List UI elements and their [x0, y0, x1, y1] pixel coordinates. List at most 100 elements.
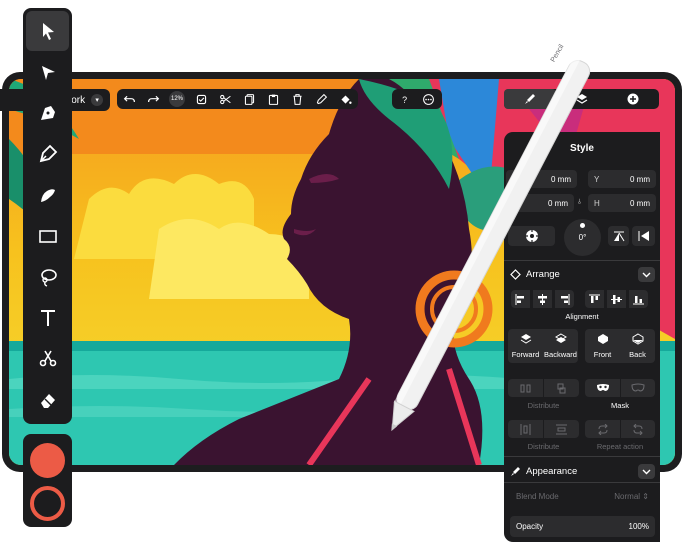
eyedropper-icon[interactable]	[309, 89, 333, 109]
link-proportions-icon[interactable]: ⫰	[578, 199, 581, 207]
flip-vertical-icon	[613, 231, 624, 242]
tool-direct-select[interactable]	[26, 52, 69, 92]
tab-style[interactable]	[504, 89, 556, 109]
align-middle-button[interactable]	[607, 290, 626, 308]
flip-horizontal-icon	[638, 231, 649, 241]
fill-color-swatch[interactable]	[30, 443, 65, 478]
direct-select-icon	[41, 66, 55, 80]
x-field[interactable]: X0 mm	[506, 170, 577, 188]
zoom-indicator[interactable]: 12%	[165, 89, 189, 109]
tool-pencil[interactable]	[26, 134, 69, 174]
tool-text[interactable]	[26, 298, 69, 338]
send-to-back-icon	[632, 333, 643, 345]
app-stage: work ▾ 12% ? Style X0 mm Y0 mm W0 mm ⫰ H…	[0, 0, 683, 544]
top-toolbar: 12%	[117, 89, 358, 109]
distribute-spacing-h-icon	[520, 423, 531, 435]
tab-layers[interactable]	[556, 89, 608, 109]
divider	[504, 456, 660, 457]
unmask-button[interactable]	[621, 379, 655, 397]
back-label: Back	[629, 350, 646, 359]
scissors-icon[interactable]	[213, 89, 237, 109]
pen-tool-icon	[40, 106, 55, 120]
send-to-back-button[interactable]: Back	[620, 329, 655, 363]
distribute-spacing-h-button[interactable]	[508, 420, 543, 438]
mask-button[interactable]	[585, 379, 620, 397]
repeat-reverse-button[interactable]	[621, 420, 655, 438]
align-right-button[interactable]	[555, 290, 574, 308]
rotation-dial[interactable]: 0°	[564, 219, 601, 256]
backward-label: Backward	[544, 350, 577, 359]
flip-horizontal-button[interactable]	[632, 226, 655, 246]
chevron-down-icon[interactable]: ▾	[91, 94, 104, 106]
distribute-label-2: Distribute	[527, 442, 560, 451]
tool-palette	[23, 8, 72, 424]
position-anchor-button[interactable]	[508, 226, 555, 246]
inspector-tabs	[504, 89, 659, 109]
repeat-icon	[597, 423, 608, 435]
distribute-spacing-v-button[interactable]	[544, 420, 579, 438]
tool-pen[interactable]	[26, 93, 69, 133]
y-field[interactable]: Y0 mm	[588, 170, 656, 188]
bring-to-front-button[interactable]: Front	[585, 329, 620, 363]
send-backward-button[interactable]: Backward	[543, 329, 578, 363]
arrange-forward-backward-group: Forward Backward	[508, 329, 578, 363]
opacity-field[interactable]: Opacity 100%	[510, 516, 655, 537]
pencil-brand-label: Pencil	[550, 43, 566, 63]
copy-icon[interactable]	[237, 89, 261, 109]
help-toolbar: ?	[392, 89, 442, 109]
tool-eraser[interactable]	[26, 380, 69, 420]
tab-add[interactable]	[607, 89, 659, 109]
add-icon	[627, 93, 639, 105]
arrange-icon	[510, 269, 521, 280]
appearance-brush-icon	[511, 467, 520, 476]
trash-icon[interactable]	[285, 89, 309, 109]
send-backward-icon	[554, 333, 567, 343]
paste-icon[interactable]	[261, 89, 285, 109]
align-left-button[interactable]	[511, 290, 530, 308]
tool-lasso[interactable]	[26, 257, 69, 297]
align-center-icon	[538, 293, 547, 305]
brush-icon	[524, 94, 535, 104]
tool-rectangle[interactable]	[26, 216, 69, 256]
undo-icon[interactable]	[117, 89, 141, 109]
arrange-header: Arrange	[510, 269, 560, 280]
mask-icon	[596, 384, 609, 391]
align-center-button[interactable]	[533, 290, 552, 308]
redo-icon[interactable]	[141, 89, 165, 109]
distribute-horizontal-button[interactable]	[508, 379, 543, 397]
align-bottom-icon	[633, 295, 644, 304]
appearance-collapse-button[interactable]	[638, 464, 655, 479]
distribute-label: Distribute	[527, 401, 560, 410]
mask-label: Mask	[611, 401, 629, 410]
alignment-label: Alignment	[565, 312, 599, 321]
height-field[interactable]: H0 mm	[588, 194, 656, 212]
fountain-pen-icon	[39, 144, 57, 163]
divider	[504, 482, 660, 483]
bring-forward-button[interactable]: Forward	[508, 329, 543, 363]
distribute-vertical-icon	[557, 383, 566, 393]
checkbox-icon[interactable]	[189, 89, 213, 109]
crosshair-icon	[525, 230, 538, 242]
rotation-handle[interactable]	[580, 223, 585, 228]
chevron-down-icon	[642, 272, 651, 278]
repeat-action-button[interactable]	[585, 420, 620, 438]
align-bottom-button[interactable]	[629, 290, 648, 308]
align-top-button[interactable]	[585, 290, 604, 308]
stroke-color-swatch[interactable]	[30, 486, 65, 521]
arrange-collapse-button[interactable]	[638, 267, 655, 282]
more-icon[interactable]	[416, 89, 440, 109]
help-icon[interactable]: ?	[392, 89, 416, 109]
tool-brush[interactable]	[26, 175, 69, 215]
tool-scissors[interactable]	[26, 339, 69, 379]
lasso-icon	[40, 269, 57, 287]
bring-forward-icon	[520, 334, 531, 344]
layers-icon	[576, 94, 587, 104]
tool-select[interactable]	[26, 11, 69, 51]
eraser-icon	[40, 394, 55, 408]
flip-vertical-button[interactable]	[608, 226, 629, 246]
blend-mode-select[interactable]: Blend Mode Normal ⇕	[510, 487, 655, 505]
width-field[interactable]: W0 mm	[506, 194, 574, 212]
paint-bucket-icon[interactable]	[333, 89, 357, 109]
distribute-vertical-button[interactable]	[544, 379, 579, 397]
text-icon	[40, 310, 55, 326]
